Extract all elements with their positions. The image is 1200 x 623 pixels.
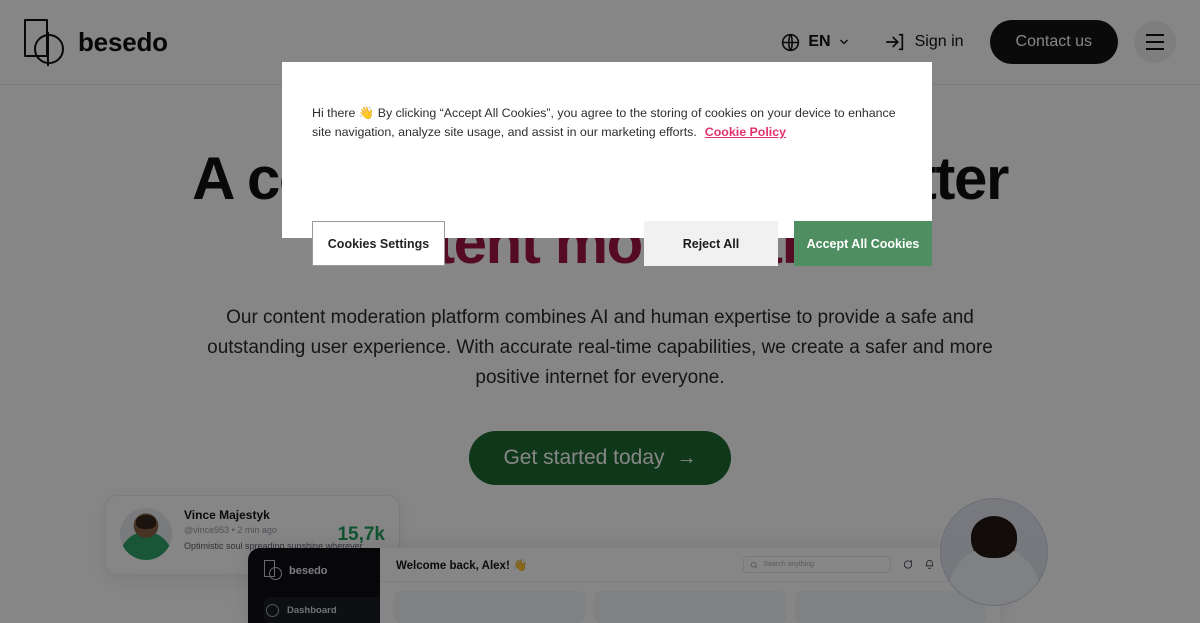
cookie-consent-dialog: Hi there 👋 By clicking “Accept All Cooki… <box>282 62 932 266</box>
cookie-consent-message: Hi there 👋 By clicking “Accept All Cooki… <box>312 106 896 140</box>
cookies-settings-button[interactable]: Cookies Settings <box>312 221 445 266</box>
reject-all-button[interactable]: Reject All <box>644 221 778 266</box>
cookie-policy-link[interactable]: Cookie Policy <box>705 125 786 139</box>
cookie-consent-text: Hi there 👋 By clicking “Accept All Cooki… <box>312 104 902 143</box>
accept-all-cookies-button[interactable]: Accept All Cookies <box>794 221 932 266</box>
